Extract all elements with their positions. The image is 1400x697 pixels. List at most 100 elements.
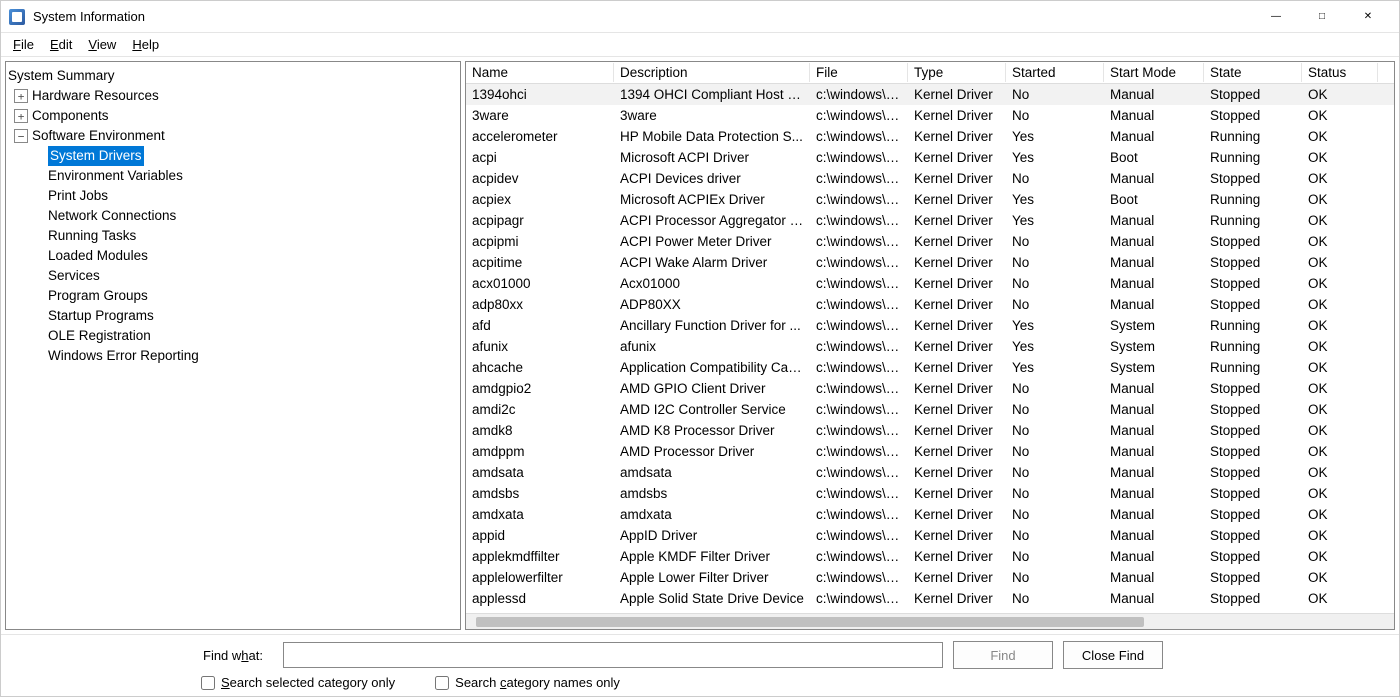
cell-startmode: Manual <box>1104 380 1204 397</box>
menu-view[interactable]: View <box>80 35 124 54</box>
tree-label: Running Tasks <box>48 226 136 246</box>
checkbox-search-selected[interactable] <box>201 676 215 690</box>
cell-name: acpidev <box>466 170 614 187</box>
tree-item-windows-error-reporting[interactable]: Windows Error Reporting <box>8 346 458 366</box>
col-name[interactable]: Name <box>466 63 614 82</box>
tree-item-services[interactable]: Services <box>8 266 458 286</box>
col-description[interactable]: Description <box>614 63 810 82</box>
cell-name: amdppm <box>466 443 614 460</box>
cell-desc: amdsata <box>614 464 810 481</box>
cell-status: OK <box>1302 443 1378 460</box>
menu-file[interactable]: File <box>5 35 42 54</box>
table-row[interactable]: accelerometerHP Mobile Data Protection S… <box>466 126 1394 147</box>
cell-desc: Apple Solid State Drive Device <box>614 590 810 607</box>
tree-item-system-drivers[interactable]: System Drivers <box>8 146 458 166</box>
category-tree[interactable]: System Summary + Hardware Resources + Co… <box>5 61 461 630</box>
tree-item-print-jobs[interactable]: Print Jobs <box>8 186 458 206</box>
table-row[interactable]: acpipagrACPI Processor Aggregator D...c:… <box>466 210 1394 231</box>
close-find-button[interactable]: Close Find <box>1063 641 1163 669</box>
titlebar[interactable]: System Information — □ ✕ <box>1 1 1399 33</box>
search-selected-checkbox[interactable]: Search selected category only <box>201 675 395 690</box>
table-row[interactable]: adp80xxADP80XXc:\windows\s...Kernel Driv… <box>466 294 1394 315</box>
col-status[interactable]: Status <box>1302 63 1378 82</box>
cell-type: Kernel Driver <box>908 443 1006 460</box>
cell-status: OK <box>1302 359 1378 376</box>
col-type[interactable]: Type <box>908 63 1006 82</box>
tree-software-environment[interactable]: − Software Environment <box>8 126 458 146</box>
table-row[interactable]: afunixafunixc:\windows\s...Kernel Driver… <box>466 336 1394 357</box>
table-row[interactable]: acpidevACPI Devices driverc:\windows\s..… <box>466 168 1394 189</box>
col-started[interactable]: Started <box>1006 63 1104 82</box>
cell-desc: 3ware <box>614 107 810 124</box>
tree-item-running-tasks[interactable]: Running Tasks <box>8 226 458 246</box>
table-row[interactable]: applekmdffilterApple KMDF Filter Driverc… <box>466 546 1394 567</box>
checkbox-search-category-names[interactable] <box>435 676 449 690</box>
tree-item-ole-registration[interactable]: OLE Registration <box>8 326 458 346</box>
cell-state: Stopped <box>1204 590 1302 607</box>
expand-icon[interactable]: + <box>14 109 28 123</box>
tree-root[interactable]: System Summary <box>8 66 458 86</box>
cell-desc: ACPI Wake Alarm Driver <box>614 254 810 271</box>
tree-components[interactable]: + Components <box>8 106 458 126</box>
cell-startmode: System <box>1104 317 1204 334</box>
table-row[interactable]: amdxataamdxatac:\windows\s...Kernel Driv… <box>466 504 1394 525</box>
table-row[interactable]: amdsbsamdsbsc:\windows\s...Kernel Driver… <box>466 483 1394 504</box>
cell-state: Stopped <box>1204 569 1302 586</box>
table-row[interactable]: amdk8AMD K8 Processor Driverc:\windows\s… <box>466 420 1394 441</box>
cell-type: Kernel Driver <box>908 506 1006 523</box>
table-row[interactable]: acpipmiACPI Power Meter Driverc:\windows… <box>466 231 1394 252</box>
table-row[interactable]: amdppmAMD Processor Driverc:\windows\s..… <box>466 441 1394 462</box>
find-input[interactable] <box>283 642 943 668</box>
minimize-button[interactable]: — <box>1253 1 1299 33</box>
cell-status: OK <box>1302 422 1378 439</box>
tree-item-startup-programs[interactable]: Startup Programs <box>8 306 458 326</box>
table-row[interactable]: ahcacheApplication Compatibility Cac...c… <box>466 357 1394 378</box>
table-row[interactable]: afdAncillary Function Driver for ...c:\w… <box>466 315 1394 336</box>
cell-file: c:\windows\s... <box>810 212 908 229</box>
col-file[interactable]: File <box>810 63 908 82</box>
col-startmode[interactable]: Start Mode <box>1104 63 1204 82</box>
expand-icon[interactable]: + <box>14 89 28 103</box>
cell-file: c:\windows\s... <box>810 506 908 523</box>
cell-desc: Apple KMDF Filter Driver <box>614 548 810 565</box>
search-category-names-checkbox[interactable]: Search category names only <box>435 675 620 690</box>
table-row[interactable]: 1394ohci1394 OHCI Compliant Host C...c:\… <box>466 84 1394 105</box>
cell-startmode: Boot <box>1104 191 1204 208</box>
scrollbar-thumb[interactable] <box>476 617 1144 627</box>
cell-status: OK <box>1302 191 1378 208</box>
list-header: Name Description File Type Started Start… <box>466 62 1394 84</box>
table-row[interactable]: acx01000Acx01000c:\windows\s...Kernel Dr… <box>466 273 1394 294</box>
horizontal-scrollbar[interactable] <box>466 613 1394 629</box>
table-row[interactable]: amdgpio2AMD GPIO Client Driverc:\windows… <box>466 378 1394 399</box>
tree-item-program-groups[interactable]: Program Groups <box>8 286 458 306</box>
tree-item-network-connections[interactable]: Network Connections <box>8 206 458 226</box>
table-row[interactable]: applessdApple Solid State Drive Devicec:… <box>466 588 1394 609</box>
table-row[interactable]: amdi2cAMD I2C Controller Servicec:\windo… <box>466 399 1394 420</box>
cell-startmode: Manual <box>1104 254 1204 271</box>
table-row[interactable]: appidAppID Driverc:\windows\s...Kernel D… <box>466 525 1394 546</box>
cell-state: Stopped <box>1204 464 1302 481</box>
tree-hardware-resources[interactable]: + Hardware Resources <box>8 86 458 106</box>
cell-started: Yes <box>1006 149 1104 166</box>
list-body[interactable]: 1394ohci1394 OHCI Compliant Host C...c:\… <box>466 84 1394 613</box>
table-row[interactable]: applelowerfilterApple Lower Filter Drive… <box>466 567 1394 588</box>
cell-file: c:\windows\s... <box>810 569 908 586</box>
collapse-icon[interactable]: − <box>14 129 28 143</box>
find-button[interactable]: Find <box>953 641 1053 669</box>
tree-item-loaded-modules[interactable]: Loaded Modules <box>8 246 458 266</box>
table-row[interactable]: acpiexMicrosoft ACPIEx Driverc:\windows\… <box>466 189 1394 210</box>
cell-desc: AMD I2C Controller Service <box>614 401 810 418</box>
col-state[interactable]: State <box>1204 63 1302 82</box>
table-row[interactable]: amdsataamdsatac:\windows\s...Kernel Driv… <box>466 462 1394 483</box>
maximize-button[interactable]: □ <box>1299 1 1345 33</box>
tree-item-environment-variables[interactable]: Environment Variables <box>8 166 458 186</box>
menu-help[interactable]: Help <box>124 35 167 54</box>
table-row[interactable]: acpiMicrosoft ACPI Driverc:\windows\s...… <box>466 147 1394 168</box>
cell-startmode: Manual <box>1104 296 1204 313</box>
table-row[interactable]: acpitimeACPI Wake Alarm Driverc:\windows… <box>466 252 1394 273</box>
table-row[interactable]: 3ware3warec:\windows\s...Kernel DriverNo… <box>466 105 1394 126</box>
menu-edit[interactable]: Edit <box>42 35 80 54</box>
cell-name: amdsbs <box>466 485 614 502</box>
close-button[interactable]: ✕ <box>1345 1 1391 33</box>
cell-started: No <box>1006 422 1104 439</box>
